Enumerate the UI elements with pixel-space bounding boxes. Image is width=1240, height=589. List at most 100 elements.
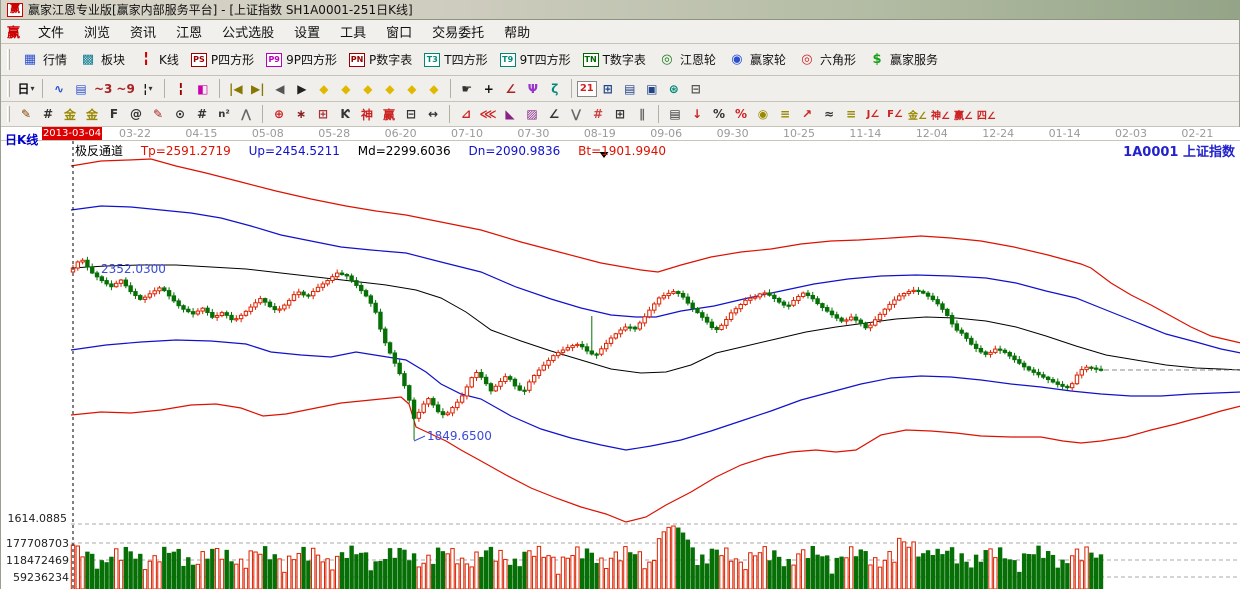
gold-lines-icon[interactable]: ≡ (774, 104, 796, 124)
a-wave-icon[interactable]: ≈ (818, 104, 840, 124)
info-doc-icon[interactable]: ▤ (70, 79, 92, 99)
toolbar-grip[interactable] (7, 80, 10, 98)
sectors-button[interactable]: ▩板块 (73, 44, 131, 75)
p-square-button[interactable]: PSP四方形 (185, 44, 260, 75)
shen-grid-icon[interactable]: 神 (356, 104, 378, 124)
fan-box-icon[interactable]: ⊿ (455, 104, 477, 124)
expand-all-icon[interactable]: ◆ (423, 79, 445, 99)
kline-chart[interactable]: 1614.0885177708703118472469592362342352.… (1, 140, 1240, 589)
j-angle-icon[interactable]: J∠ (862, 104, 884, 124)
menu-item-1[interactable]: 浏览 (74, 22, 120, 41)
parallel-lines-icon[interactable]: ∥ (631, 104, 653, 124)
grid-tool-icon[interactable]: # (37, 104, 59, 124)
red-kline-icon[interactable]: ╏ (170, 79, 192, 99)
toolbar-grip[interactable] (7, 106, 10, 123)
winner-service-button[interactable]: $赢家服务 (862, 44, 944, 75)
percent-line-icon[interactable]: ↓ (686, 104, 708, 124)
first-bar-icon[interactable]: |◀ (225, 79, 247, 99)
si-angle-icon[interactable]: 四∠ (975, 104, 998, 124)
gold-circle-icon[interactable]: ◉ (752, 104, 774, 124)
k-quote-icon[interactable]: Ƙ (334, 104, 356, 124)
width-arrows-icon[interactable]: ↔ (422, 104, 444, 124)
menu-item-5[interactable]: 设置 (284, 22, 330, 41)
spider-web-icon[interactable]: ∗ (290, 104, 312, 124)
expand-x-icon[interactable]: ◆ (335, 79, 357, 99)
circle-cross-icon[interactable]: ⊕ (268, 104, 290, 124)
spiral-tool-icon[interactable]: @ (125, 104, 147, 124)
expand-y-icon[interactable]: ◆ (379, 79, 401, 99)
toolbar-grip[interactable] (7, 49, 10, 71)
menu-item-2[interactable]: 资讯 (120, 22, 166, 41)
red-grid-icon[interactable]: # (587, 104, 609, 124)
world-clock-icon[interactable]: ⊛ (663, 79, 685, 99)
notepad-icon[interactable]: ▤ (619, 79, 641, 99)
calculator-icon[interactable]: ⊞ (597, 79, 619, 99)
red-fan-icon[interactable]: ⋘ (477, 104, 499, 124)
gann-wheel-button[interactable]: ◎江恩轮 (652, 44, 722, 75)
axis-grid-icon[interactable]: ⊞ (609, 104, 631, 124)
f-angle-icon[interactable]: F∠ (884, 104, 906, 124)
menu-item-4[interactable]: 公式选股 (212, 22, 284, 41)
grid-123-icon[interactable]: ⊟ (400, 104, 422, 124)
9p-square-button[interactable]: P99P四方形 (260, 44, 343, 75)
hand-tool-icon[interactable]: ☛ (456, 79, 478, 99)
menu-item-3[interactable]: 江恩 (166, 22, 212, 41)
last-bar-icon[interactable]: ▶| (247, 79, 269, 99)
red-pencil-icon[interactable]: ↗ (796, 104, 818, 124)
winner-wheel-button[interactable]: ◉赢家轮 (722, 44, 792, 75)
candle-style-dropdown-icon[interactable]: ¦▾ (137, 79, 159, 99)
f-grid-icon[interactable]: F (103, 104, 125, 124)
wave-3-icon[interactable]: ~3 (92, 79, 114, 99)
shrink-y-icon[interactable]: ◆ (357, 79, 379, 99)
hexagon-button[interactable]: ◎六角形 (792, 44, 862, 75)
ying-grid-icon[interactable]: 赢 (378, 104, 400, 124)
angle-lines-icon[interactable]: ∠ (543, 104, 565, 124)
t-table-button[interactable]: TNT数字表 (577, 44, 652, 75)
kline-button[interactable]: ╏K线 (131, 44, 185, 75)
gold-lines-2-icon[interactable]: ≡ (840, 104, 862, 124)
shen-angle-icon[interactable]: 神∠ (929, 104, 952, 124)
9t-square-button[interactable]: T99T四方形 (494, 44, 577, 75)
menu-item-0[interactable]: 文件 (28, 22, 74, 41)
next-bar-icon[interactable]: ▶ (291, 79, 313, 99)
period-day-dropdown-icon[interactable]: 日▾ (15, 79, 37, 99)
wave-9-icon[interactable]: ~9 (114, 79, 136, 99)
crosshair-tool-icon[interactable]: + (478, 79, 500, 99)
save-disk-icon[interactable]: ▣ (641, 79, 663, 99)
angle-circle-icon[interactable]: ⊙ (169, 104, 191, 124)
gold-angle-icon[interactable]: 金∠ (906, 104, 929, 124)
shrink-all-icon[interactable]: ◆ (401, 79, 423, 99)
percent-icon[interactable]: % (708, 104, 730, 124)
brush-tool-icon[interactable]: ✎ (15, 104, 37, 124)
calendar-21-icon[interactable]: 21 (577, 81, 597, 97)
menu-item-9[interactable]: 帮助 (494, 22, 540, 41)
p-table-button[interactable]: PNP数字表 (343, 44, 418, 75)
shrink-x-icon[interactable]: ◆ (313, 79, 335, 99)
gold-grid-1-icon[interactable]: 金 (59, 104, 81, 124)
gold-grid-2-icon[interactable]: 金 (81, 104, 103, 124)
prev-bar-icon[interactable]: ◀ (269, 79, 291, 99)
percent-table-icon[interactable]: ▤ (664, 104, 686, 124)
n-square-icon[interactable]: n² (213, 104, 235, 124)
box-web-icon[interactable]: ⊞ (312, 104, 334, 124)
quotes-button[interactable]: ▦行情 (15, 44, 73, 75)
date-axis[interactable]: 03-2204-1505-0805-2806-2007-1007-3008-19… (1, 127, 1240, 140)
color-volume-icon[interactable]: ◧ (192, 79, 214, 99)
fan-box-2-icon[interactable]: ◣ (499, 104, 521, 124)
realtime-chart-icon[interactable]: ∿ (48, 79, 70, 99)
box-lines-icon[interactable]: ▨ (521, 104, 543, 124)
grid-tool-2-icon[interactable]: # (191, 104, 213, 124)
angle-measure-icon[interactable]: ∠ (500, 79, 522, 99)
menu-item-6[interactable]: 工具 (330, 22, 376, 41)
gann-tool-teal-icon[interactable]: ζ (544, 79, 566, 99)
red-percent-icon[interactable]: % (730, 104, 752, 124)
menu-item-8[interactable]: 交易委托 (422, 22, 494, 41)
ruler-pencil-icon[interactable]: ✎ (147, 104, 169, 124)
ying-angle-icon[interactable]: 赢∠ (952, 104, 975, 124)
v-lines-icon[interactable]: ⋁ (565, 104, 587, 124)
gann-tool-purple-icon[interactable]: Ψ (522, 79, 544, 99)
fan-tool-icon[interactable]: ⋀ (235, 104, 257, 124)
t-square-button[interactable]: T3T四方形 (418, 44, 493, 75)
menu-item-7[interactable]: 窗口 (376, 22, 422, 41)
pane-period-label[interactable]: 日K线 (5, 131, 38, 148)
